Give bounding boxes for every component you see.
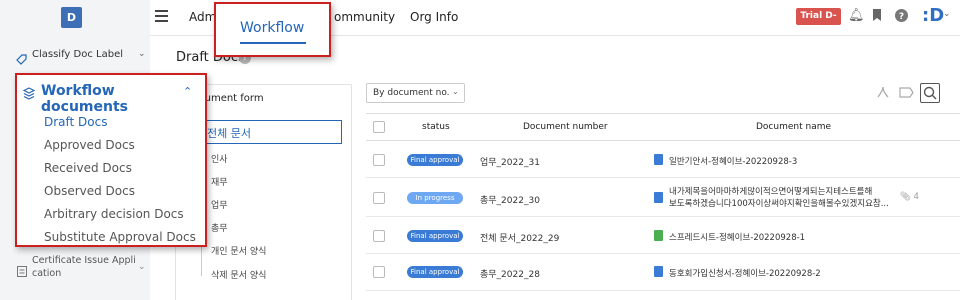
attachment-count[interactable]: 📎︎ 4 [900, 192, 919, 202]
document-number[interactable]: 전체 문서_2022_29 [480, 231, 559, 244]
paperclip-icon: 📎︎ [900, 192, 911, 202]
tree-item-all-docs[interactable]: 전체 문서 [191, 120, 342, 144]
nav-community[interactable]: ommunity [334, 10, 395, 24]
word-doc-icon [654, 266, 663, 277]
app-logo[interactable]: D [61, 7, 82, 28]
nav-workflow[interactable]: Workflow [240, 20, 304, 36]
chevron-down-icon[interactable]: ⌄ [138, 262, 146, 272]
attachment-count-value: 4 [913, 192, 919, 202]
column-header-status[interactable]: status [422, 122, 450, 132]
spreadsheet-doc-icon [654, 230, 663, 241]
sidebar-item-arbitrary-decision-docs[interactable]: Arbitrary decision Docs [44, 207, 184, 221]
sidebar-item-label: cation [32, 268, 62, 279]
label-tag-icon[interactable] [897, 85, 915, 103]
sidebar-item-approved-docs[interactable]: Approved Docs [44, 138, 135, 152]
word-doc-icon [654, 192, 663, 203]
tree-item-general-affairs[interactable]: 총무 [211, 221, 228, 234]
sidebar-workflow-documents-header[interactable]: Workflow documents [41, 83, 205, 115]
sidebar-item-certificate-issue-application[interactable]: Certificate Issue Appli cation [32, 254, 152, 280]
document-number[interactable]: 총무_2022_30 [480, 193, 540, 206]
row-checkbox[interactable] [373, 154, 385, 166]
document-name-link[interactable]: 동호회가입신청서-정혜이브-20220928-2 [669, 267, 821, 279]
tree-item-hr[interactable]: 인사 [211, 152, 228, 165]
document-number[interactable]: 총무_2022_28 [480, 267, 540, 280]
column-header-document-name[interactable]: Document name [756, 122, 831, 132]
row-divider [366, 177, 960, 178]
tree-item-personal-forms[interactable]: 개인 문서 양식 [211, 244, 266, 257]
status-badge: Final approval [407, 230, 463, 242]
tree-item-label: 전체 문서 [207, 127, 251, 140]
tag-icon [16, 50, 27, 69]
word-doc-icon [654, 154, 663, 165]
row-divider [366, 253, 960, 254]
row-checkbox[interactable] [373, 230, 385, 242]
status-badge: Final approval [407, 266, 463, 278]
sidebar-item-classify-doc-label[interactable]: Classify Doc Label [32, 49, 123, 60]
sidebar-item-label: Certificate Issue Appli [32, 255, 136, 266]
logo-area: D [0, 0, 150, 36]
document-name-line: 내가제목을어마마하게많이적으면어떻게되는지테스트를해 [669, 187, 873, 197]
tree-item-work[interactable]: 업무 [211, 198, 228, 211]
document-name-link[interactable]: 내가제목을어마마하게많이적으면어떻게되는지테스트를해 보도록하겠습니다100자이… [669, 186, 897, 210]
sidebar-item-draft-docs[interactable]: Draft Docs [44, 115, 108, 129]
row-checkbox[interactable] [373, 266, 385, 278]
tree-item-finance[interactable]: 재무 [211, 175, 228, 188]
trial-badge[interactable]: Trial D-31 [796, 8, 841, 38]
row-checkbox[interactable] [373, 192, 385, 204]
pdf-icon[interactable] [874, 85, 892, 103]
status-badge: In progress [407, 192, 463, 204]
table-header [366, 113, 960, 141]
document-name-line: 보도록하겠습니다100자이상써야지확인을해볼수있겠지요참... [669, 199, 889, 209]
notification-bell-icon[interactable]: 🔔︎ [848, 9, 865, 23]
menu-hamburger-icon[interactable] [155, 10, 168, 22]
chevron-down-icon[interactable]: ⌄ [452, 87, 459, 96]
help-icon[interactable]: ? [894, 9, 908, 23]
bookmark-icon[interactable] [870, 9, 884, 23]
certificate-icon [17, 262, 27, 281]
chevron-down-icon[interactable]: ⌄ [138, 49, 146, 59]
sort-select[interactable]: By document no. [366, 83, 465, 103]
select-all-checkbox[interactable] [373, 121, 385, 133]
tree-item-deleted-forms[interactable]: 삭제 문서 양식 [211, 268, 266, 281]
chevron-up-icon[interactable]: ⌃ [183, 85, 192, 98]
row-divider [366, 290, 960, 291]
column-header-document-number[interactable]: Document number [523, 122, 608, 132]
chevron-down-icon[interactable]: ⌄ [943, 9, 951, 19]
status-badge: Final approval [407, 154, 463, 166]
search-button[interactable] [920, 83, 940, 103]
svg-text:?: ? [898, 12, 903, 22]
sidebar-item-observed-docs[interactable]: Observed Docs [44, 184, 135, 198]
document-name-link[interactable]: 일반기안서-정혜이브-20220928-3 [669, 155, 797, 167]
row-divider [366, 216, 960, 217]
document-number[interactable]: 업무_2022_31 [480, 155, 540, 168]
user-logo[interactable]: :D [922, 5, 944, 26]
top-bar: D Admi ommunity Org Info Trial D-31 🔔︎ ?… [0, 0, 960, 38]
layers-icon [22, 85, 36, 104]
document-name-link[interactable]: 스프레드시트-정혜이브-20220928-1 [669, 231, 805, 243]
workflow-menu-callout: Workflow documents ⌃ Draft Docs Approved… [15, 73, 207, 247]
active-tab-indicator [240, 42, 306, 44]
nav-org-info[interactable]: Org Info [410, 10, 458, 24]
sidebar-item-received-docs[interactable]: Received Docs [44, 161, 132, 175]
sidebar-item-substitute-approval-docs[interactable]: Substitute Approval Docs [44, 230, 196, 244]
search-icon [923, 86, 937, 100]
workflow-nav-callout: Workflow [214, 2, 331, 57]
